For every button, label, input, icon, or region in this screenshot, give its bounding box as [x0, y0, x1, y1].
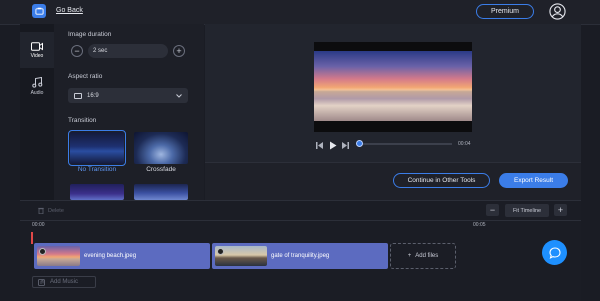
clip-thumb-icon — [217, 248, 224, 255]
aspect-ratio-value: 16:9 — [87, 92, 99, 99]
rail-item-audio[interactable]: Audio — [20, 68, 54, 104]
clip-thumbnail — [37, 246, 80, 266]
transition-thumb[interactable] — [134, 184, 188, 200]
rail-item-video[interactable]: Video — [20, 32, 54, 68]
transition-label: Transition — [68, 117, 97, 124]
video-camera-icon — [31, 41, 43, 51]
duration-increase-button[interactable]: + — [173, 45, 185, 57]
skip-back-icon[interactable] — [316, 142, 323, 149]
go-back-link[interactable]: Go Back — [56, 7, 83, 14]
preview-image — [314, 51, 472, 121]
add-music-button[interactable]: Add Music — [32, 276, 96, 288]
duration-decrease-button[interactable]: − — [71, 45, 83, 57]
aspect-ratio-icon — [74, 92, 82, 99]
seek-handle[interactable] — [356, 140, 363, 147]
add-music-label: Add Music — [50, 279, 79, 285]
duration-label: Image duration — [68, 31, 112, 38]
export-result-button[interactable]: Export Result — [499, 173, 568, 188]
play-icon[interactable] — [330, 141, 337, 150]
zoom-out-button[interactable]: − — [486, 204, 499, 216]
clip-thumbnail — [215, 246, 267, 266]
premium-button[interactable]: Premium — [476, 4, 534, 19]
app-logo-icon — [32, 4, 46, 18]
skip-forward-icon[interactable] — [342, 142, 349, 149]
aspect-ratio-label: Aspect ratio — [68, 73, 103, 80]
rail-item-label: Audio — [30, 89, 44, 96]
plus-icon: + — [407, 253, 412, 259]
seek-bar[interactable] — [360, 143, 452, 145]
timeline-clip[interactable]: evening beach.jpeg — [34, 243, 210, 269]
chat-icon — [548, 246, 561, 259]
video-preview — [314, 42, 472, 132]
rail-item-label: Video — [30, 52, 44, 59]
transition-name: Crossfade — [146, 166, 176, 173]
ruler-mark: 00:05 — [473, 222, 486, 228]
zoom-in-button[interactable]: + — [554, 204, 567, 216]
chat-support-button[interactable] — [542, 240, 567, 265]
aspect-ratio-select[interactable]: 16:9 — [68, 88, 188, 103]
chevron-down-icon — [176, 93, 182, 98]
side-rail: Video Audio — [20, 24, 54, 200]
clip-name: evening beach.jpeg — [84, 253, 137, 259]
transition-thumb[interactable] — [70, 184, 124, 200]
continue-other-tools-button[interactable]: Continue in Other Tools — [393, 173, 490, 188]
music-icon — [38, 278, 45, 286]
fit-timeline-button[interactable]: Fit Timeline — [505, 204, 549, 217]
ruler-mark: 00:00 — [32, 222, 45, 228]
player-controls — [316, 137, 356, 155]
clip-name: gate of tranquility.jpeg — [271, 253, 330, 259]
duration-input[interactable]: 2 sec — [88, 44, 168, 58]
transition-thumb-crossfade[interactable] — [134, 132, 188, 164]
clip-thumb-icon — [39, 248, 46, 255]
timeline-ruler: 00:00 00:05 — [28, 222, 578, 236]
account-icon[interactable] — [549, 3, 566, 20]
music-note-icon — [31, 76, 42, 88]
add-files-label: Add files — [415, 253, 439, 259]
delete-label: Delete — [48, 207, 64, 214]
current-time: 00:04 — [458, 141, 471, 147]
timeline-playhead[interactable] — [31, 232, 33, 244]
transition-thumb-no-transition[interactable] — [68, 130, 126, 166]
transition-name: No Transition — [77, 166, 117, 173]
add-files-button[interactable]: + Add files — [390, 243, 456, 269]
delete-button[interactable]: Delete — [38, 207, 64, 214]
trash-icon — [38, 207, 44, 214]
timeline-clip[interactable]: gate of tranquility.jpeg — [212, 243, 388, 269]
